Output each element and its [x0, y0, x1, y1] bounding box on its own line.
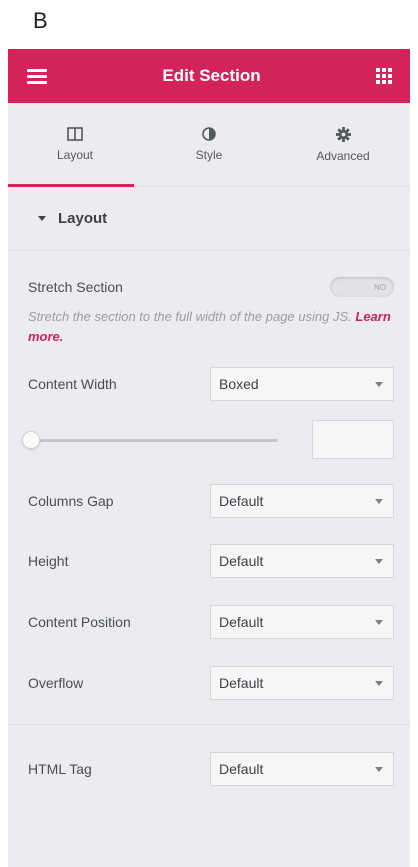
tab-style[interactable]: Style — [142, 103, 276, 186]
stretch-section-row: Stretch Section NO — [28, 277, 394, 297]
dropdown-arrow-icon — [375, 619, 383, 625]
content-width-slider-row — [22, 420, 394, 459]
content-position-value: Default — [219, 614, 264, 630]
figure-label: B — [33, 8, 48, 33]
half-circle-icon — [202, 127, 216, 141]
slider-track — [24, 438, 278, 442]
content-width-row: Content Width Boxed — [28, 367, 394, 401]
content-width-value: Boxed — [219, 376, 259, 392]
html-tag-row: HTML Tag Default — [28, 752, 394, 786]
columns-gap-label: Columns Gap — [28, 493, 114, 509]
layout-section-toggle[interactable]: Layout — [8, 187, 410, 251]
content-width-number-input[interactable] — [312, 420, 394, 459]
overflow-row: Overflow Default — [28, 666, 394, 700]
tab-advanced-label: Advanced — [316, 148, 370, 163]
slider-thumb[interactable] — [22, 430, 40, 449]
height-value: Default — [219, 553, 264, 569]
content-position-row: Content Position Default — [28, 605, 394, 639]
caret-down-icon — [38, 216, 46, 221]
tab-bar: Layout Style Advanced — [8, 103, 410, 187]
stretch-section-label: Stretch Section — [28, 279, 123, 295]
html-tag-value: Default — [219, 761, 264, 777]
widgets-grid-icon[interactable] — [375, 68, 392, 84]
height-row: Height Default — [28, 544, 394, 578]
stretch-description-text: Stretch the section to the full width of… — [28, 309, 352, 324]
panel-title: Edit Section — [162, 66, 261, 85]
columns-gap-value: Default — [219, 493, 264, 509]
html-tag-label: HTML Tag — [28, 761, 92, 777]
content-width-select[interactable]: Boxed — [210, 367, 394, 401]
overflow-value: Default — [219, 675, 264, 691]
height-select[interactable]: Default — [210, 544, 394, 578]
dropdown-arrow-icon — [375, 766, 383, 772]
tab-layout[interactable]: Layout — [8, 103, 142, 187]
columns-gap-select[interactable]: Default — [210, 484, 394, 518]
stretch-section-description: Stretch the section to the full width of… — [28, 307, 394, 347]
content-width-slider[interactable] — [22, 430, 278, 450]
content-position-label: Content Position — [28, 614, 131, 630]
content-width-label: Content Width — [28, 376, 117, 392]
overflow-label: Overflow — [28, 675, 84, 691]
section-title: Layout — [58, 210, 108, 227]
content-position-select[interactable]: Default — [210, 605, 394, 639]
dropdown-arrow-icon — [375, 381, 383, 387]
columns-gap-row: Columns Gap Default — [28, 484, 394, 518]
tab-layout-label: Layout — [56, 148, 94, 162]
dropdown-arrow-icon — [375, 680, 383, 686]
columns-icon — [67, 127, 83, 141]
height-label: Height — [28, 553, 69, 569]
panel-header: Edit Section — [8, 49, 410, 103]
stretch-section-toggle[interactable]: NO — [330, 277, 394, 297]
gear-icon — [335, 126, 351, 142]
overflow-select[interactable]: Default — [210, 666, 394, 700]
section-divider — [8, 724, 410, 725]
edit-section-panel: Edit Section Layout Style Advanced Layou… — [8, 49, 410, 867]
tab-advanced[interactable]: Advanced — [276, 103, 410, 186]
dropdown-arrow-icon — [375, 558, 383, 564]
section-controls: Layout Stretch Section NO Stretch the se… — [8, 187, 410, 786]
html-tag-select[interactable]: Default — [210, 752, 394, 786]
dropdown-arrow-icon — [375, 498, 383, 504]
menu-icon[interactable] — [27, 68, 47, 84]
tab-style-label: Style — [195, 148, 223, 162]
toggle-state-text: NO — [374, 282, 386, 292]
